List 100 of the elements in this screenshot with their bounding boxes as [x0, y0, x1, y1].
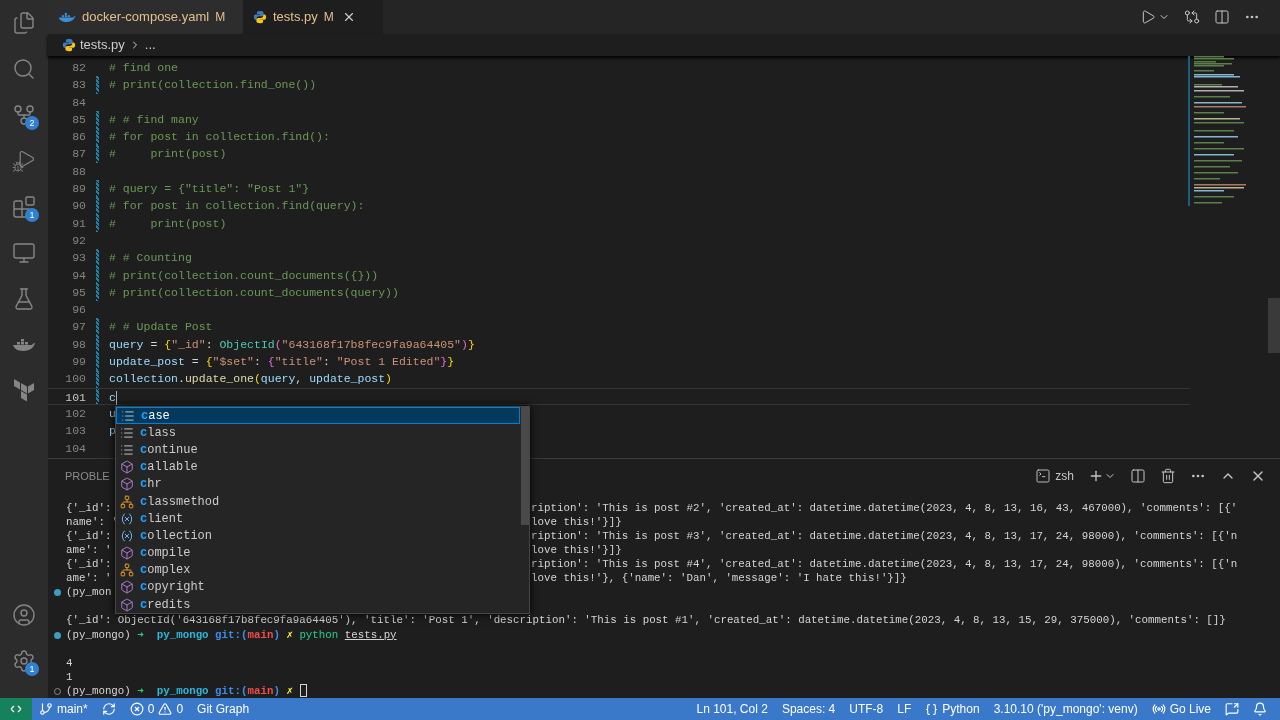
remote-button[interactable]: [0, 698, 32, 720]
code-line: collection.update_one(query, update_post): [109, 371, 392, 388]
status-item[interactable]: LF: [890, 698, 919, 720]
line-number: 95: [71, 284, 86, 301]
run-debug-icon[interactable]: [12, 149, 36, 173]
keyword-icon: [120, 442, 134, 457]
branch-button[interactable]: main*: [32, 698, 95, 720]
extensions-icon[interactable]: [12, 195, 36, 219]
terminal-output: ame': ': [66, 543, 112, 556]
branch-icon: [39, 702, 53, 716]
modified-label: M: [323, 9, 334, 26]
terraform-icon[interactable]: [12, 379, 36, 403]
split-terminal-icon[interactable]: [1130, 467, 1146, 484]
compare-icon[interactable]: [1184, 9, 1200, 25]
terminal-output: 4: [66, 656, 73, 669]
suggestion-item[interactable]: continue: [116, 441, 520, 459]
code-line: u: [109, 405, 116, 422]
panel-tab[interactable]: PROBLE: [65, 467, 110, 485]
minimap-drawing[interactable]: [1188, 56, 1248, 206]
editor-tab[interactable]: tests.py M: [243, 0, 383, 34]
suggestion-item[interactable]: chr: [116, 475, 520, 493]
search-icon[interactable]: [12, 57, 36, 81]
line-number: 93: [71, 250, 86, 267]
suggestion-item[interactable]: case: [116, 407, 520, 425]
warning-icon: [158, 702, 173, 716]
scrollbar-thumb[interactable]: [1268, 298, 1280, 353]
source-control-icon[interactable]: [12, 103, 36, 127]
terminal-prompt: (py_mongo) ➜ py_mongo git:(main) ✗: [66, 683, 293, 698]
line-number: 91: [71, 215, 86, 232]
line-number: 87: [71, 146, 86, 163]
status-item[interactable]: Git Graph: [190, 698, 257, 720]
terminal-output: 1: [66, 670, 73, 683]
code-line: # print(post): [109, 215, 227, 232]
status-item[interactable]: Ln 101, Col 2: [689, 698, 775, 720]
line-number: 94: [71, 267, 86, 284]
python-icon: [62, 38, 76, 52]
suggestion-item[interactable]: complex: [116, 561, 520, 579]
terminal-icon: [1035, 467, 1052, 484]
suggestion-item[interactable]: copyright: [116, 578, 520, 597]
line-number: 83: [71, 77, 86, 94]
suggestion-item[interactable]: callable: [116, 458, 520, 476]
split-editor-icon[interactable]: [1214, 9, 1230, 25]
suggestion-item[interactable]: credits: [116, 596, 520, 614]
tab-label: docker-compose.yaml: [82, 8, 210, 27]
feedback-icon: [1225, 702, 1239, 716]
terminal-output: {'_id':: [66, 529, 112, 542]
line-number: 89: [71, 181, 86, 198]
suggestion-item[interactable]: collection: [116, 527, 520, 545]
terminal-output: ription': 'This is post #2', 'created_at': datetime.datetime(2023, 4, 8, 13, 16, 43, 467000), 'comments': [{': [531, 500, 1238, 515]
tab-label: tests.py: [273, 8, 318, 27]
flask-icon[interactable]: [12, 287, 36, 311]
go-live-button[interactable]: Go Live: [1144, 698, 1218, 720]
terminal-output: love this!'}, {'name': 'Dan', 'message': 'I hate this!'}]}: [531, 571, 907, 586]
files-icon[interactable]: [12, 11, 36, 35]
code-line: # print(post): [109, 146, 227, 163]
suggestion-item[interactable]: class: [116, 424, 520, 442]
class-icon: [120, 494, 134, 509]
status-item[interactable]: Spaces: 4: [774, 698, 843, 720]
problems-button[interactable]: 0 0: [122, 698, 191, 720]
language-button[interactable]: Python: [918, 698, 987, 720]
code-line: # print(collection.count_documents(query)): [109, 284, 399, 301]
trash-icon[interactable]: [1160, 467, 1176, 484]
editor-tab[interactable]: docker-compose.yaml M: [48, 0, 243, 34]
suggestion-item[interactable]: compile: [116, 544, 520, 562]
docker-icon[interactable]: [12, 336, 36, 354]
keyword-icon: [120, 425, 134, 440]
terminal-output: ription': 'This is post #3', 'created_at': datetime.datetime(2023, 4, 8, 13, 17, 24, 98000), 'comments': [{'n: [531, 528, 1238, 543]
variable-icon: [120, 511, 134, 526]
terminal-selector[interactable]: zsh: [1035, 466, 1074, 485]
scrollbar-thumb[interactable]: [521, 407, 529, 525]
breadcrumb[interactable]: ...: [144, 35, 156, 55]
error-icon: [129, 702, 144, 716]
status-item[interactable]: UTF-8: [842, 698, 891, 720]
code-line: p: [109, 423, 116, 440]
line-number: 104: [64, 440, 86, 457]
account-icon[interactable]: [12, 603, 36, 627]
code-line: query = {"_id": ObjectId("643168f17b8fec9fa9a64405")}: [109, 336, 475, 353]
terminal-output: ame': ': [66, 572, 112, 585]
terminal-output: love this!'}]}: [531, 514, 622, 529]
status-item[interactable]: 3.10.10 ('py_mongo': venv): [986, 698, 1145, 720]
code-line: # print(collection.count_documents({})): [109, 267, 379, 284]
sync-icon: [101, 702, 116, 716]
text-cursor: [115, 390, 117, 405]
settings-icon[interactable]: [12, 649, 36, 673]
code-line: update_post = {"$set": {"title": "Post 1 Edited"}}: [109, 354, 455, 371]
remote-icon: [10, 703, 22, 715]
suggestion-item[interactable]: classmethod: [116, 492, 520, 511]
terminal-output: ription': 'This is post #4', 'created_at': datetime.datetime(2023, 4, 8, 13, 17, 24, 98000), 'comments': [{'n: [531, 557, 1238, 572]
badge: 2: [25, 116, 39, 130]
run-icon[interactable]: [1140, 9, 1156, 25]
keyword-icon: [121, 408, 135, 423]
terminal-output: (py_mon: [66, 586, 112, 599]
breadcrumb[interactable]: tests.py: [80, 35, 125, 55]
monitor-icon[interactable]: [12, 241, 36, 265]
line-number: 101: [64, 389, 86, 404]
braces-icon: [925, 702, 939, 716]
code-line: # # Update Post: [109, 319, 213, 336]
line-number: 98: [71, 336, 86, 353]
cube-icon: [120, 460, 134, 475]
suggestion-item[interactable]: client: [116, 510, 520, 528]
